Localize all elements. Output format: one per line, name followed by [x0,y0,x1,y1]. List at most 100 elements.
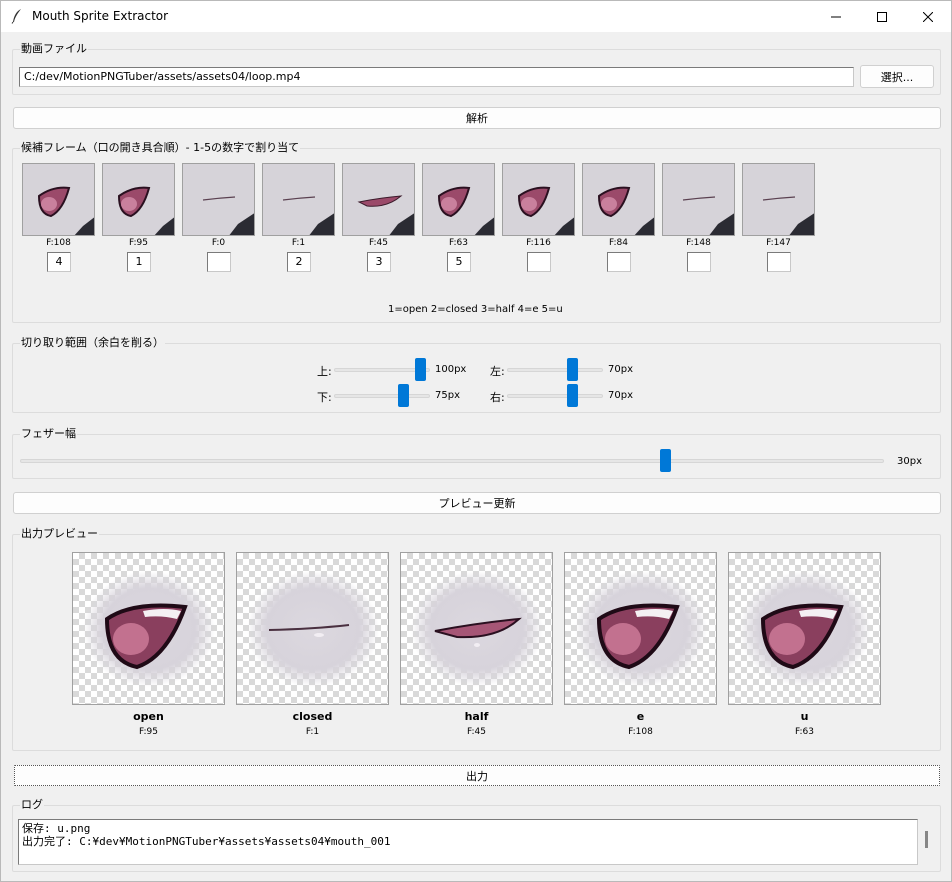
crop-bottom-track[interactable] [334,394,430,398]
candidate-frame-label: F:45 [369,238,388,248]
analyze-button[interactable]: 解析 [13,107,941,129]
output-preview-name: e [636,710,645,723]
candidate-assign-input[interactable] [607,252,631,272]
feather-value: 30px [897,456,922,467]
candidate-assign-input[interactable] [687,252,711,272]
preview-update-button[interactable]: プレビュー更新 [13,492,941,514]
crop-label: 切り取り範囲（余白を削る） [20,336,165,349]
mouth-open-icon [103,164,174,235]
candidate-frame-label: F:84 [609,238,628,248]
assign-legend: 1=open 2=closed 3=half 4=e 5=u [388,304,563,315]
candidate-thumbnail[interactable] [102,163,175,236]
candidate-assign-input[interactable]: 1 [127,252,151,272]
video-file-label: 動画ファイル [20,42,88,55]
candidate-thumbnail[interactable] [582,163,655,236]
candidate-assign-input[interactable]: 4 [47,252,71,272]
log-line: 保存: u.png [22,822,91,835]
candidate-assign-input[interactable]: 2 [287,252,311,272]
maximize-icon [877,11,887,22]
output-preview-u [728,552,881,705]
output-preview-closed [236,552,389,705]
crop-right-label: 右: [490,391,505,404]
candidate-thumbnail[interactable] [22,163,95,236]
maximize-button[interactable] [859,1,905,32]
candidate-thumbnail[interactable] [342,163,415,236]
mouth-open-icon [503,164,574,235]
preview-mouth-closed-icon [247,571,379,687]
output-preview-name: u [800,710,809,723]
crop-bottom-slider-thumb[interactable] [397,384,409,407]
feather-app-icon [11,9,21,24]
crop-right-track[interactable] [507,394,603,398]
close-button[interactable] [905,1,951,32]
candidate-frames-label: 候補フレーム（口の開き具合順）- 1-5の数字で割り当て [20,141,301,154]
output-button[interactable]: 出力 [14,765,940,786]
output-preview-frame: F:108 [628,727,653,737]
title-bar[interactable]: Mouth Sprite Extractor [1,1,951,32]
preview-mouth-open-icon [739,571,871,687]
mouth-half-icon [343,164,414,235]
candidate-assign-input[interactable]: 5 [447,252,471,272]
output-preview-frame: F:1 [305,727,320,737]
candidate-frame-label: F:116 [526,238,551,248]
candidate-frame-label: F:1 [291,238,306,248]
candidate-thumbnail[interactable] [422,163,495,236]
preview-mouth-open-icon [575,571,707,687]
output-preview-frame: F:95 [139,727,158,737]
feather-slider-thumb[interactable] [659,449,671,472]
crop-left-value: 70px [608,364,633,375]
candidate-assign-input[interactable] [207,252,231,272]
candidate-frame-label: F:108 [46,238,71,248]
crop-left-label: 左: [490,365,505,378]
feather-track[interactable] [20,459,884,463]
candidate-assign-input[interactable]: 3 [367,252,391,272]
close-icon [923,11,933,22]
crop-bottom-label: 下: [317,391,332,404]
output-preview-half [400,552,553,705]
output-preview-name: open [133,710,164,723]
log-scrollbar-thumb[interactable] [925,831,928,848]
mouth-open-icon [23,164,94,235]
select-file-button[interactable]: 選択... [860,65,934,88]
candidate-thumbnail[interactable] [182,163,255,236]
candidate-assign-input[interactable] [767,252,791,272]
candidate-thumbnail[interactable] [262,163,335,236]
output-preview-frame: F:63 [795,727,814,737]
crop-left-slider-thumb[interactable] [566,358,578,381]
preview-mouth-half-icon [411,571,543,687]
log-label: ログ [20,798,44,811]
minimize-icon [831,16,841,17]
candidate-thumbnail[interactable] [502,163,575,236]
output-preview-frame: F:45 [467,727,486,737]
crop-left-track[interactable] [507,368,603,372]
mouth-open-icon [583,164,654,235]
candidate-thumbnail[interactable] [662,163,735,236]
app-window: Mouth Sprite Extractor 動画ファイル C:/dev/Mot… [0,0,952,882]
candidate-frame-label: F:0 [211,238,226,248]
preview-mouth-open-icon [83,571,215,687]
output-preview-open [72,552,225,705]
output-preview-label: 出力プレビュー [20,527,99,540]
crop-right-slider-thumb[interactable] [566,384,578,407]
video-path-input[interactable]: C:/dev/MotionPNGTuber/assets/assets04/lo… [19,67,854,87]
crop-top-label: 上: [317,365,332,378]
candidate-assign-input[interactable] [527,252,551,272]
crop-group [12,343,941,413]
mouth-closed-icon [743,164,814,235]
candidate-frame-label: F:63 [449,238,468,248]
mouth-closed-icon [663,164,734,235]
mouth-open-icon [423,164,494,235]
candidate-thumbnail[interactable] [742,163,815,236]
candidate-frame-label: F:147 [766,238,791,248]
log-textarea[interactable]: 保存: u.png 出力完了: C:¥dev¥MotionPNGTuber¥as… [18,819,918,865]
crop-top-slider-thumb[interactable] [414,358,426,381]
feather-group [12,434,941,479]
crop-right-value: 70px [608,390,633,401]
output-preview-e [564,552,717,705]
crop-top-value: 100px [435,364,467,375]
output-preview-name: half [464,710,489,723]
candidate-frame-label: F:148 [686,238,711,248]
minimize-button[interactable] [813,1,859,32]
log-line: 出力完了: C:¥dev¥MotionPNGTuber¥assets¥asset… [22,835,391,848]
feather-label: フェザー幅 [20,427,77,440]
